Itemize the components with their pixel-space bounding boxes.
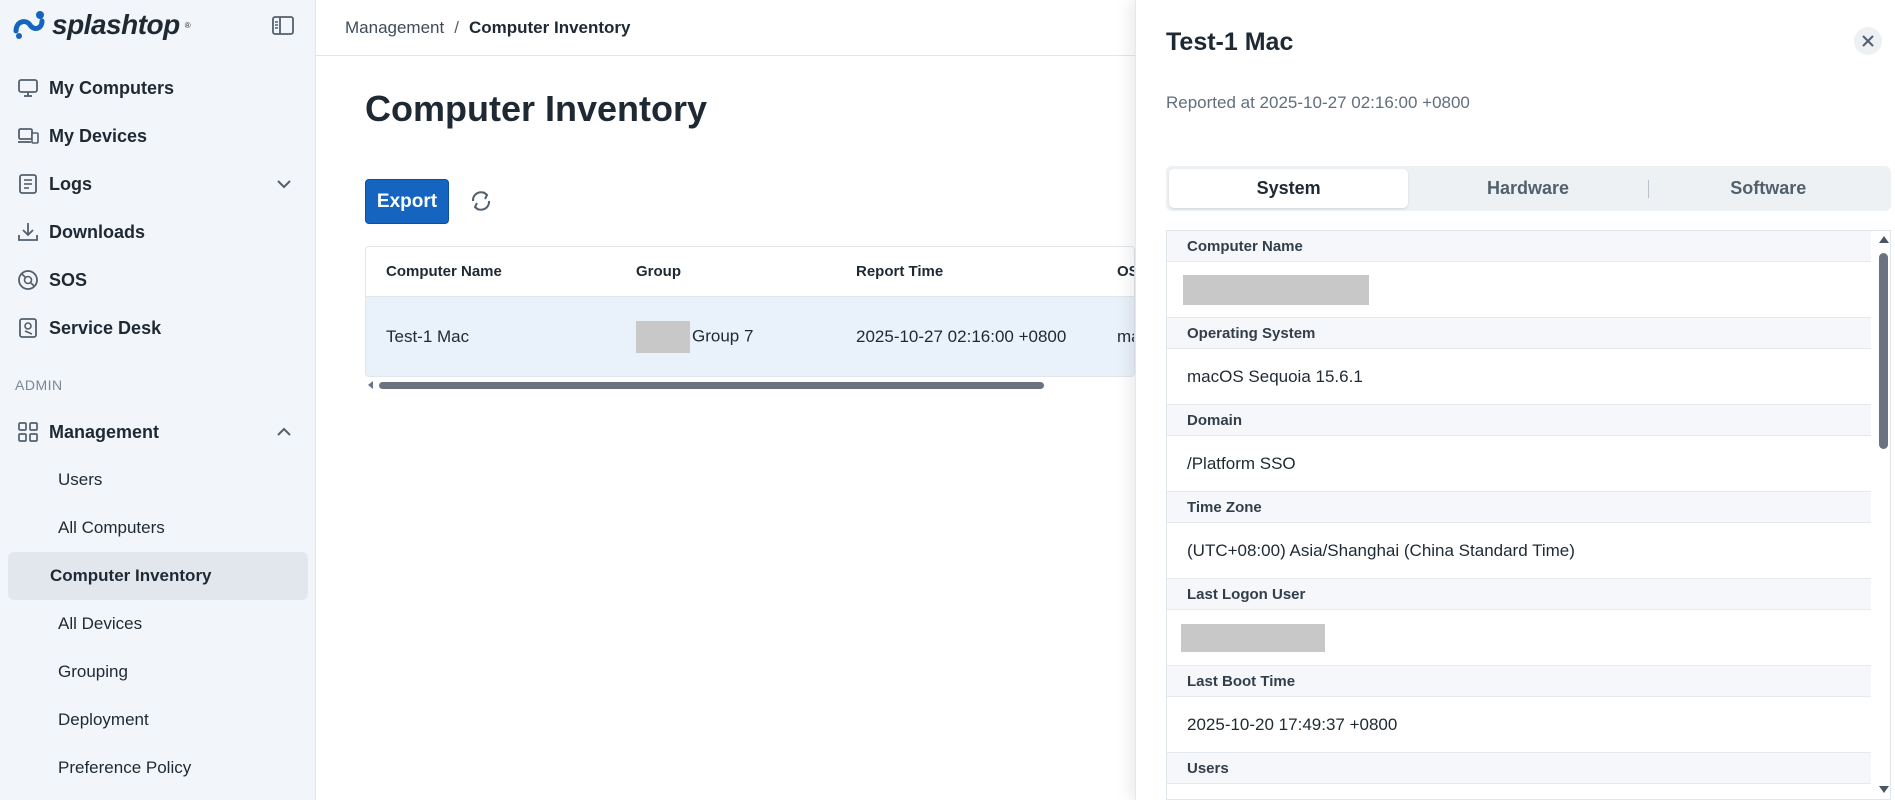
splashtop-logo-icon xyxy=(13,11,45,39)
sidebar-subitem-deployment[interactable]: Deployment xyxy=(8,696,308,744)
breadcrumb-separator: / xyxy=(454,17,459,37)
detail-drawer: Test-1 Mac Reported at 2025-10-27 02:16:… xyxy=(1135,0,1895,800)
field-label-computer-name: Computer Name xyxy=(1167,231,1871,262)
breadcrumb-current: Computer Inventory xyxy=(468,17,631,37)
column-header-os[interactable]: OS xyxy=(1117,263,1134,280)
breadcrumb-parent[interactable]: Management xyxy=(345,18,444,38)
redacted-block xyxy=(1183,274,1369,305)
detail-tabs: System Hardware Software xyxy=(1166,166,1891,211)
chevron-down-icon xyxy=(277,180,291,189)
sidebar-subitem-computer-inventory[interactable]: Computer Inventory xyxy=(8,552,308,600)
column-header-group[interactable]: Group xyxy=(636,263,681,280)
sidebar-item-logs[interactable]: Logs xyxy=(0,160,316,208)
field-value-last-logon-user xyxy=(1167,610,1871,666)
field-label-last-logon-user: Last Logon User xyxy=(1167,579,1871,610)
tab-system[interactable]: System xyxy=(1169,169,1409,208)
sidebar-item-label: My Computers xyxy=(49,77,175,98)
scrollbar-thumb[interactable] xyxy=(379,382,1044,389)
splashtop-logo[interactable]: splashtop ® xyxy=(12,8,191,42)
chevron-up-icon xyxy=(277,427,291,436)
sidebar-item-my-devices[interactable]: My Devices xyxy=(0,112,316,160)
redacted-block xyxy=(636,321,690,353)
cell-report-time: 2025-10-27 02:16:00 +0800 xyxy=(856,327,1067,346)
scroll-up-icon[interactable] xyxy=(1879,236,1889,243)
sidebar: splashtop ® My Computers My Devices Logs… xyxy=(0,0,316,800)
field-label-last-boot-time: Last Boot Time xyxy=(1167,666,1871,697)
sidebar-toggle-icon xyxy=(272,16,294,35)
system-details-list: Computer Name Operating System macOS Seq… xyxy=(1166,230,1891,800)
sidebar-item-downloads[interactable]: Downloads xyxy=(0,208,316,256)
inventory-table: Computer Name Group Report Time OS Test-… xyxy=(365,246,1135,377)
lifebuoy-icon xyxy=(16,268,40,292)
field-value-computer-name xyxy=(1167,262,1871,318)
column-header-computer-name[interactable]: Computer Name xyxy=(386,263,502,280)
sidebar-item-label: Management xyxy=(49,421,160,442)
horizontal-scrollbar[interactable] xyxy=(365,380,1045,390)
scrollbar-thumb[interactable] xyxy=(1879,253,1888,449)
sidebar-subitem-preference-policy[interactable]: Preference Policy xyxy=(8,744,308,792)
grid-icon xyxy=(16,420,40,444)
sidebar-nav: My Computers My Devices Logs Downloads S… xyxy=(0,64,316,792)
devices-icon xyxy=(16,124,40,148)
monitor-icon xyxy=(16,76,40,100)
sidebar-item-label: SOS xyxy=(49,269,88,290)
sidebar-item-label: Service Desk xyxy=(49,317,162,338)
reported-at: Reported at 2025-10-27 02:16:00 +0800 xyxy=(1166,93,1470,112)
service-desk-icon xyxy=(16,316,40,340)
brand-name: splashtop xyxy=(52,9,180,40)
tab-hardware[interactable]: Hardware xyxy=(1408,169,1647,208)
field-value-operating-system: macOS Sequoia 15.6.1 xyxy=(1167,349,1871,405)
logs-icon xyxy=(16,172,40,196)
close-button[interactable] xyxy=(1854,27,1882,55)
export-button[interactable]: Export xyxy=(365,179,449,224)
sidebar-item-label: My Devices xyxy=(49,125,148,146)
scroll-down-icon[interactable] xyxy=(1879,786,1889,793)
system-details-content: Computer Name Operating System macOS Seq… xyxy=(1167,231,1871,784)
refresh-button[interactable] xyxy=(466,186,496,216)
table-row[interactable]: Test-1 Mac Group 7 2025-10-27 02:16:00 +… xyxy=(366,297,1134,376)
sidebar-item-management[interactable]: Management xyxy=(0,408,316,456)
field-value-domain: /Platform SSO xyxy=(1167,436,1871,492)
field-label-operating-system: Operating System xyxy=(1167,318,1871,349)
cell-group: Group 7 xyxy=(636,321,753,353)
cell-os: ma xyxy=(1117,327,1134,346)
field-label-domain: Domain xyxy=(1167,405,1871,436)
field-label-users: Users xyxy=(1167,753,1871,784)
field-label-time-zone: Time Zone xyxy=(1167,492,1871,523)
download-icon xyxy=(16,220,40,244)
section-label-admin: ADMIN xyxy=(15,377,63,393)
tab-software[interactable]: Software xyxy=(1649,169,1888,208)
sidebar-subitem-users[interactable]: Users xyxy=(8,456,308,504)
close-icon xyxy=(1862,35,1874,47)
page-title: Computer Inventory xyxy=(365,88,708,129)
sidebar-subitem-all-computers[interactable]: All Computers xyxy=(8,504,308,552)
sidebar-item-my-computers[interactable]: My Computers xyxy=(0,64,316,112)
sidebar-item-label: Logs xyxy=(49,173,92,194)
vertical-scrollbar[interactable] xyxy=(1876,231,1890,799)
drawer-title: Test-1 Mac xyxy=(1166,28,1294,56)
sidebar-item-service-desk[interactable]: Service Desk xyxy=(0,304,316,352)
scroll-left-icon[interactable] xyxy=(368,381,373,389)
refresh-icon xyxy=(471,191,491,211)
column-header-report-time[interactable]: Report Time xyxy=(856,263,943,280)
sidebar-subitem-grouping[interactable]: Grouping xyxy=(8,648,308,696)
redacted-block xyxy=(1181,623,1325,652)
cell-computer-name: Test-1 Mac xyxy=(386,327,470,346)
cell-group-text: Group 7 xyxy=(692,326,754,346)
sidebar-item-sos[interactable]: SOS xyxy=(0,256,316,304)
brand-trademark: ® xyxy=(184,20,191,30)
field-value-time-zone: (UTC+08:00) Asia/Shanghai (China Standar… xyxy=(1167,523,1871,579)
sidebar-collapse-button[interactable] xyxy=(270,14,296,38)
table-header: Computer Name Group Report Time OS xyxy=(366,247,1134,297)
sidebar-subitem-all-devices[interactable]: All Devices xyxy=(8,600,308,648)
sidebar-item-label: Downloads xyxy=(49,221,146,242)
field-value-last-boot-time: 2025-10-20 17:49:37 +0800 xyxy=(1167,697,1871,753)
